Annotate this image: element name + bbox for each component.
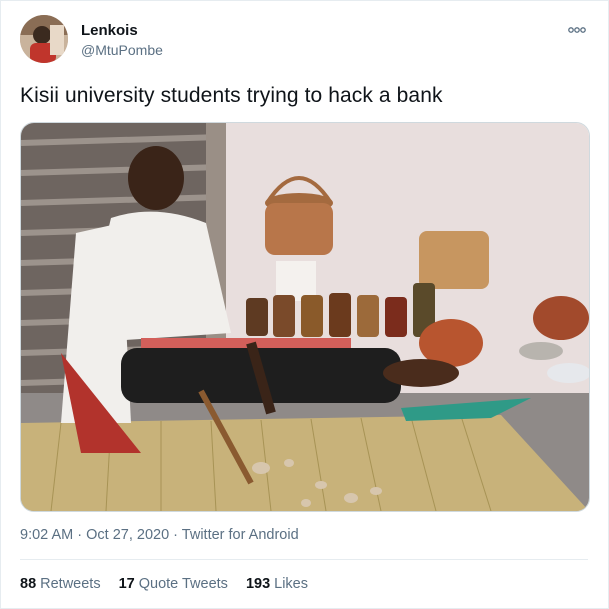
tweet-photo[interactable] xyxy=(20,122,590,512)
display-name[interactable]: Lenkois xyxy=(81,22,138,39)
likes-label: Likes xyxy=(274,576,308,592)
user-handle[interactable]: @MtuPombe xyxy=(81,42,163,58)
divider xyxy=(20,559,588,560)
likes-stat[interactable]: 193 Likes xyxy=(246,576,308,592)
tweet-source[interactable]: Twitter for Android xyxy=(182,527,299,543)
tweet-time[interactable]: 9:02 AM xyxy=(20,527,73,543)
tweet-stats: 88 Retweets 17 Quote Tweets 193 Likes xyxy=(20,576,308,592)
avatar-image xyxy=(20,15,68,63)
meta-separator: · xyxy=(173,527,179,543)
avatar[interactable] xyxy=(20,15,68,63)
retweets-label: Retweets xyxy=(40,576,101,592)
quote-tweets-label: Quote Tweets xyxy=(138,576,228,592)
more-horizontal-icon[interactable] xyxy=(566,23,588,37)
tweet-date[interactable]: Oct 27, 2020 xyxy=(86,527,169,543)
meta-separator: · xyxy=(77,527,83,543)
quote-tweets-stat[interactable]: 17 Quote Tweets xyxy=(119,576,228,592)
tweet-text: Kisii university students trying to hack… xyxy=(20,84,443,107)
tweet-meta: 9:02 AM · Oct 27, 2020 · Twitter for And… xyxy=(20,527,299,543)
retweets-stat[interactable]: 88 Retweets xyxy=(20,576,101,592)
quote-tweets-count: 17 xyxy=(118,576,135,592)
tweet-card: Lenkois @MtuPombe Kisii university stude… xyxy=(0,0,609,609)
likes-count: 193 xyxy=(245,576,271,592)
retweets-count: 88 xyxy=(20,576,37,592)
photo-scene xyxy=(21,123,589,511)
